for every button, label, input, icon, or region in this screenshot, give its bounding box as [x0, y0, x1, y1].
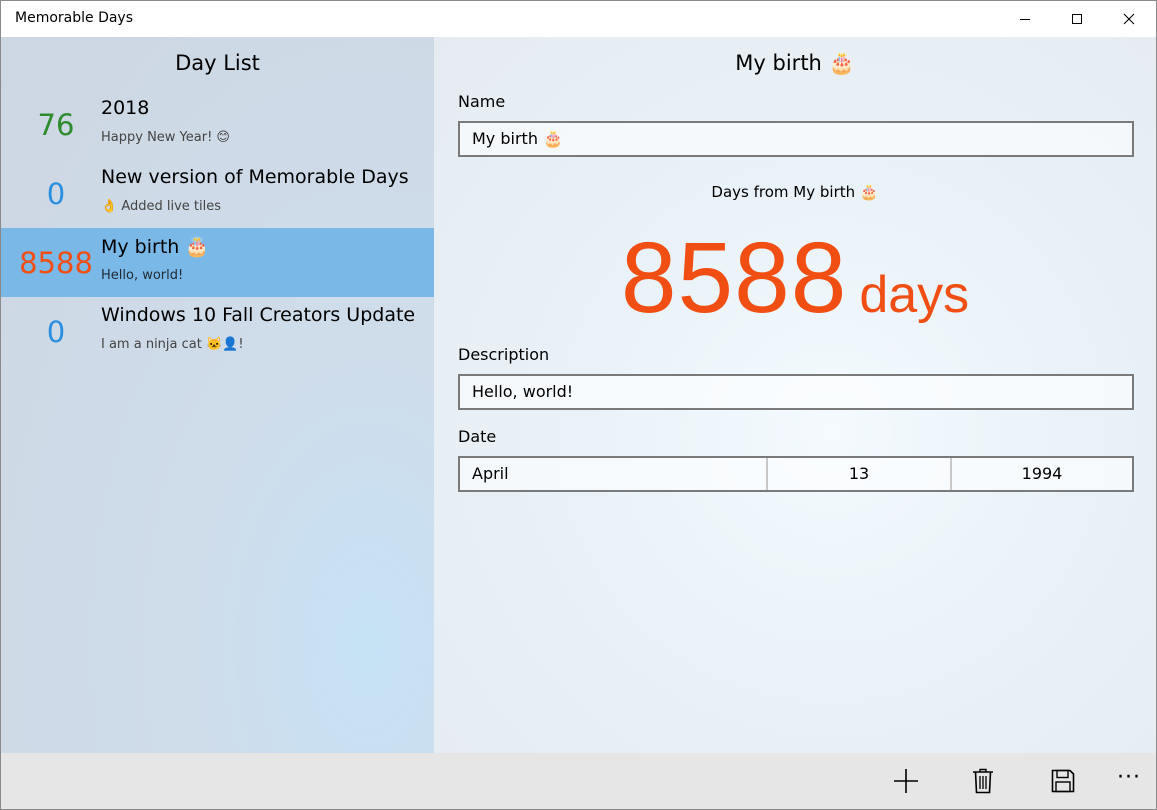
save-icon [1051, 769, 1075, 793]
add-button[interactable] [886, 761, 926, 801]
delete-button[interactable] [963, 761, 1003, 801]
day-count: 8588 [19, 246, 93, 280]
date-picker[interactable]: April 13 1994 [458, 456, 1134, 492]
date-month-selector[interactable]: April [460, 458, 768, 490]
close-button[interactable] [1106, 1, 1152, 37]
day-subtitle: Hello, world! [101, 268, 184, 283]
day-subtitle: I am a ninja cat 🐱‍👤! [101, 337, 244, 352]
day-counter: 8588 days [434, 221, 1156, 336]
name-label: Name [458, 92, 506, 111]
plus-icon [894, 769, 918, 793]
more-options-button[interactable]: ··· [1111, 763, 1147, 799]
window-title: Memorable Days [15, 10, 134, 26]
day-counter-number: 8588 [620, 222, 848, 334]
detail-title: My birth 🎂 [735, 51, 855, 75]
date-year-selector[interactable]: 1994 [952, 458, 1132, 490]
minimize-icon [1020, 19, 1030, 20]
day-list-panel: Day List 76 2018 Happy New Year! 😊 0 New… [1, 37, 434, 753]
day-count: 0 [46, 315, 66, 349]
date-label: Date [458, 427, 497, 446]
trash-icon [973, 768, 993, 794]
title-bar[interactable]: Memorable Days [1, 1, 1156, 37]
day-title: My birth 🎂 [101, 236, 210, 258]
date-day-selector[interactable]: 13 [768, 458, 952, 490]
app-window: Memorable Days Day List 76 2018 Happy Ne… [0, 0, 1157, 810]
day-subtitle: Happy New Year! 😊 [101, 130, 230, 145]
day-title: Windows 10 Fall Creators Update [101, 304, 416, 326]
day-counter-unit: days [859, 266, 970, 324]
day-title: 2018 [101, 97, 150, 119]
day-list-item-my-birth[interactable]: 8588 My birth 🎂 Hello, world! [1, 228, 434, 297]
close-icon [1123, 13, 1135, 25]
days-from-label: Days from My birth 🎂 [711, 183, 879, 201]
day-count: 76 [37, 108, 75, 142]
day-list-header: Day List [175, 51, 260, 75]
day-title: New version of Memorable Days [101, 166, 409, 188]
maximize-icon [1072, 14, 1082, 24]
maximize-button[interactable] [1054, 1, 1100, 37]
day-count: 0 [46, 177, 66, 211]
save-button[interactable] [1043, 761, 1083, 801]
description-field[interactable]: Hello, world! [458, 374, 1134, 410]
description-label: Description [458, 345, 550, 364]
day-subtitle: 👌 Added live tiles [101, 199, 222, 214]
minimize-button[interactable] [1002, 1, 1048, 37]
name-field[interactable]: My birth 🎂 [458, 121, 1134, 157]
detail-panel: My birth 🎂 Name My birth 🎂 Days from My … [434, 37, 1156, 753]
command-bar: ··· [1, 753, 1156, 809]
day-list-item-2018[interactable]: 76 2018 Happy New Year! 😊 [1, 90, 434, 159]
day-list-item-new-version[interactable]: 0 New version of Memorable Days 👌 Added … [1, 159, 434, 228]
day-list-item-fall-creators-update[interactable]: 0 Windows 10 Fall Creators Update I am a… [1, 297, 434, 366]
